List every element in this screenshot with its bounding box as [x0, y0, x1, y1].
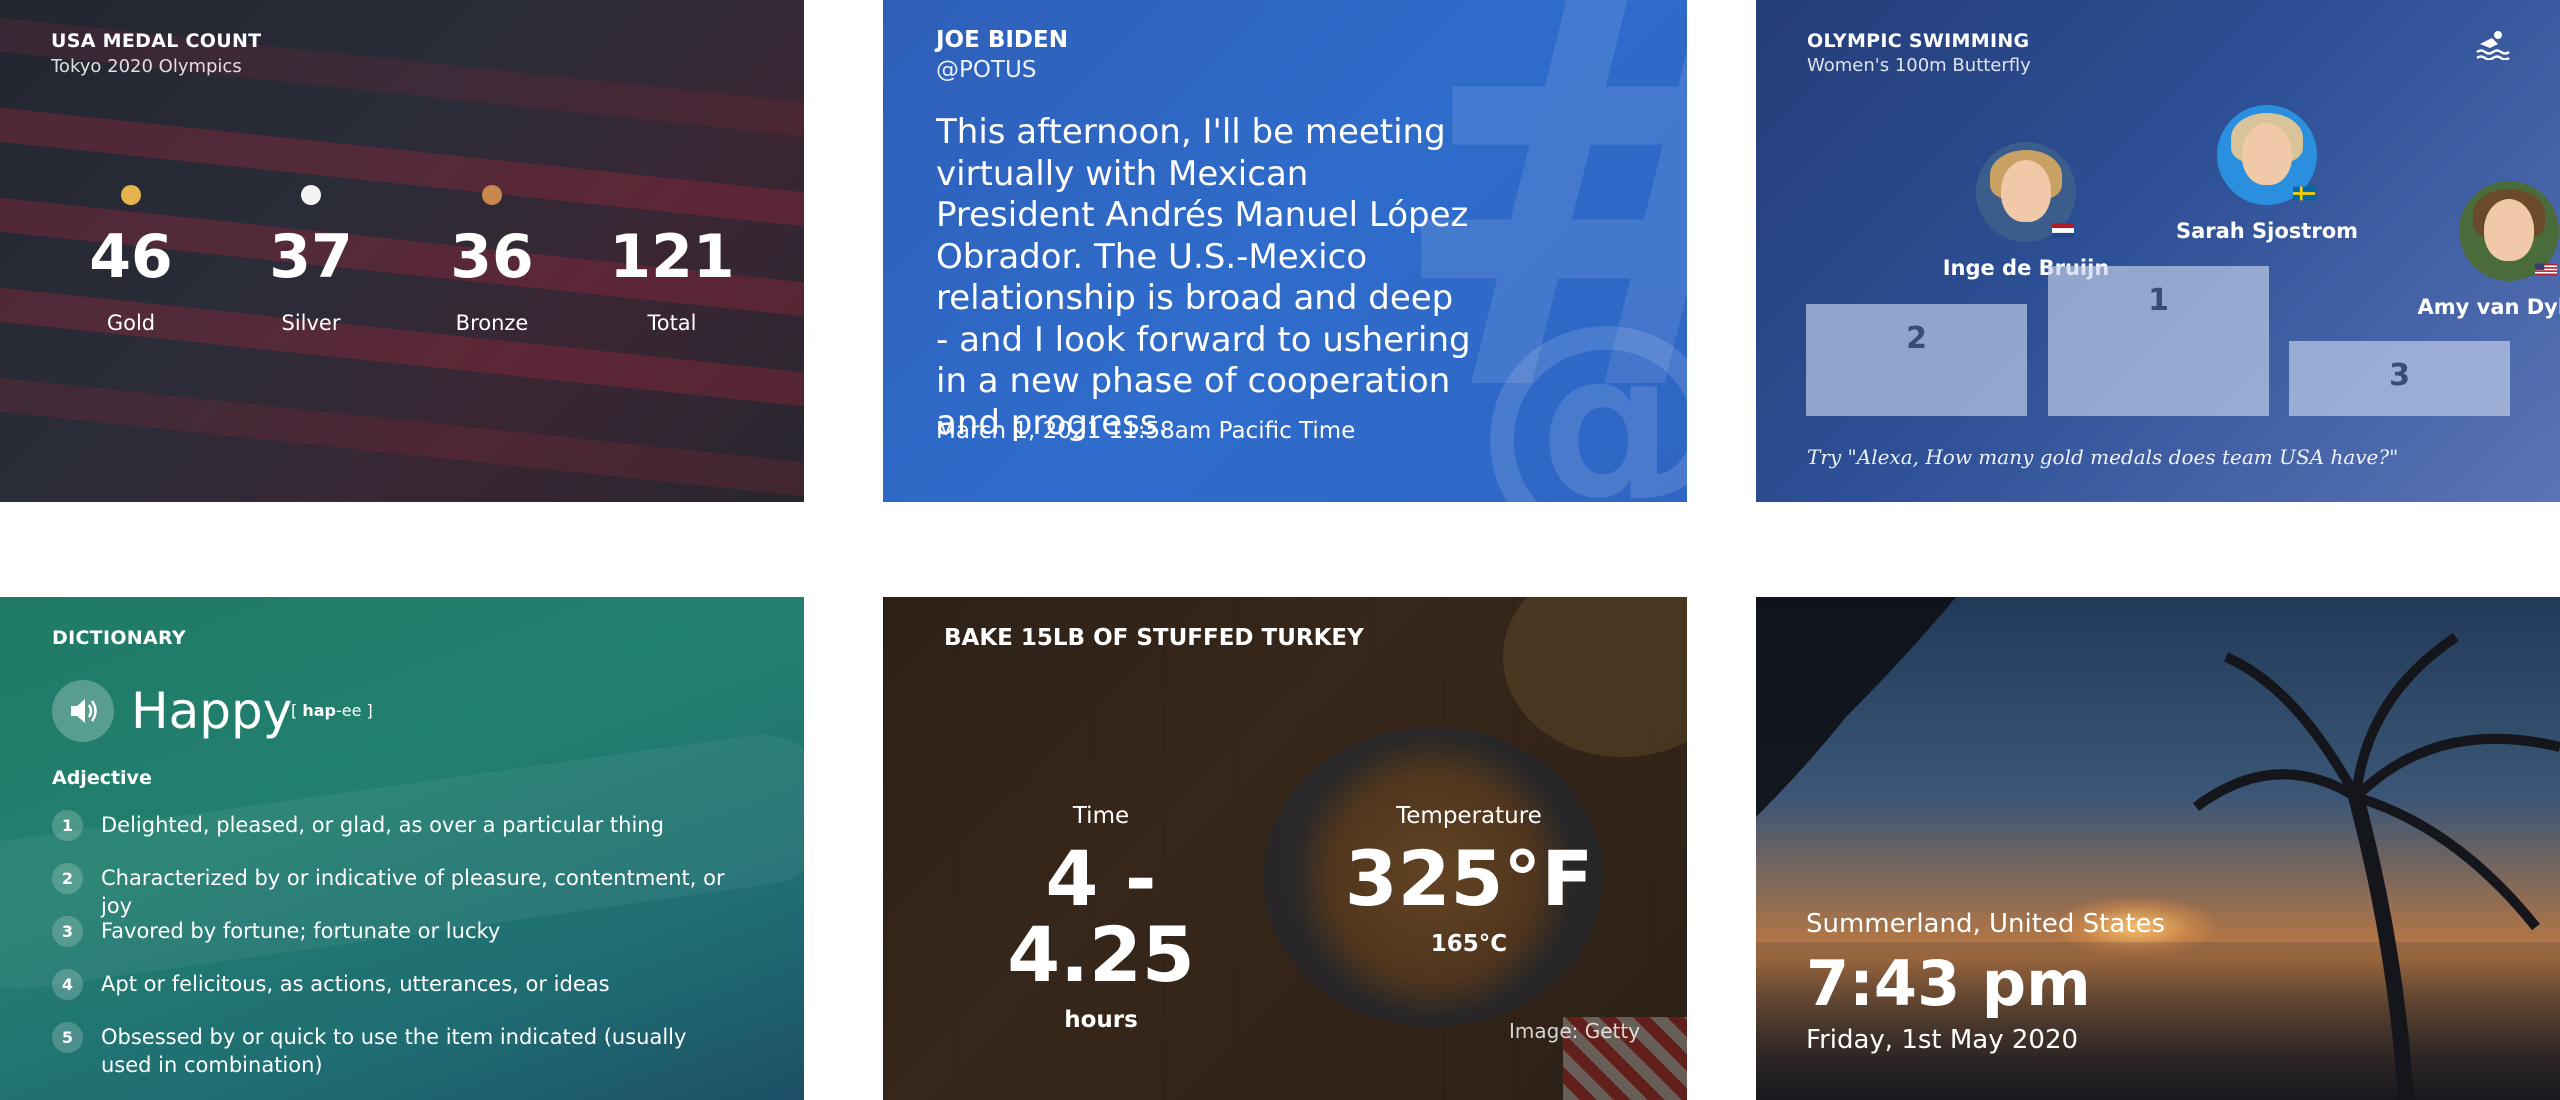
medal-label: Gold — [106, 311, 156, 335]
netherlands-flag-icon — [2052, 223, 2074, 238]
card-kicker: OLYMPIC SWIMMING — [1807, 30, 2030, 52]
dictionary-card[interactable]: DICTIONARY Happy [ hap-ee ] Adjective 1 … — [0, 597, 804, 1100]
cook-time: Time 4 - 4.25 hours — [951, 803, 1251, 1033]
list-item: 3 Favored by fortune; fortunate or lucky — [52, 916, 752, 947]
avatar — [2459, 181, 2559, 281]
part-of-speech: Adjective — [52, 767, 152, 789]
time-label: Time — [1072, 803, 1130, 829]
bronze-medal-icon — [482, 185, 502, 205]
swimmer-second: Inge de Bruijn — [1916, 142, 2136, 280]
flag-stripe — [0, 377, 804, 497]
play-pronunciation-button[interactable] — [52, 680, 114, 742]
medal-value: 37 — [269, 222, 353, 292]
card-subtitle: Tokyo 2020 Olympics — [51, 56, 242, 77]
tweet-handle: @POTUS — [936, 57, 1037, 83]
medal-value: 36 — [450, 222, 534, 292]
dictionary-word: Happy — [131, 682, 293, 740]
clock-time: 7:43 pm — [1806, 947, 2091, 1020]
gold-medal-icon — [121, 185, 141, 205]
swimmer-third: Amy van Dyken — [2399, 181, 2560, 319]
list-item: 2 Characterized by or indicative of plea… — [52, 863, 752, 920]
time-value: 4 - 4.25 — [1007, 834, 1195, 999]
podium-third: 3 — [2289, 341, 2510, 416]
medal-bronze: 36 Bronze — [412, 185, 572, 335]
clock-card[interactable]: Summerland, United States 7:43 pm Friday… — [1756, 597, 2560, 1100]
recipe-card[interactable]: BAKE 15LB OF STUFFED TURKEY Time 4 - 4.2… — [883, 597, 1687, 1100]
card-subtitle: Women's 100m Butterfly — [1807, 55, 2031, 76]
sweden-flag-icon — [2293, 186, 2315, 201]
avatar — [1976, 142, 2076, 242]
image-credit: Image: Getty — [1509, 1019, 1641, 1043]
list-item: 4 Apt or felicitous, as actions, utteran… — [52, 969, 752, 1000]
pronunciation: [ hap-ee ] — [291, 701, 373, 720]
medal-label: Total — [647, 311, 697, 335]
tweet-card[interactable]: # @ JOE BIDEN @POTUS This afternoon, I'l… — [883, 0, 1687, 502]
temperature-celsius: 165°C — [1430, 931, 1508, 957]
cook-temperature: Temperature 325°F 165°C — [1319, 803, 1619, 957]
tweet-text: This afternoon, I'll be meeting virtuall… — [936, 112, 1471, 443]
swimmer-first: Sarah Sjostrom — [2157, 105, 2377, 243]
medal-value: 121 — [609, 222, 735, 292]
temperature-value: 325°F — [1344, 834, 1594, 923]
medal-silver: 37 Silver — [231, 185, 391, 335]
avatar — [2217, 105, 2317, 205]
silver-medal-icon — [301, 185, 321, 205]
clock-location: Summerland, United States — [1806, 909, 2166, 939]
swimmer-name: Amy van Dyken — [2417, 295, 2560, 319]
card-kicker: DICTIONARY — [52, 627, 186, 649]
medal-total: 121 Total — [592, 185, 752, 335]
temperature-label: Temperature — [1396, 803, 1542, 829]
list-item: 1 Delighted, pleased, or glad, as over a… — [52, 810, 752, 841]
usa-flag-icon — [2535, 263, 2557, 276]
medal-label: Bronze — [455, 311, 529, 335]
at-sign-icon: @ — [1473, 290, 1687, 502]
list-item: 5 Obsessed by or quick to use the item i… — [52, 1022, 692, 1079]
clock-date: Friday, 1st May 2020 — [1806, 1025, 2079, 1055]
podium-first: 1 — [2048, 266, 2269, 416]
time-unit: hours — [1064, 1007, 1138, 1033]
medal-gold: 46 Gold — [51, 185, 211, 335]
voice-hint: Try "Alexa, How many gold medals does te… — [1807, 445, 2399, 469]
tweet-author: JOE BIDEN — [936, 27, 1068, 53]
card-kicker: USA MEDAL COUNT — [51, 30, 262, 52]
tweet-date: March 1, 2021 11:58am Pacific Time — [936, 418, 1356, 444]
podium-second: 2 — [1806, 304, 2027, 416]
medal-value: 46 — [89, 222, 173, 292]
speaker-icon — [71, 699, 97, 723]
medal-label: Silver — [281, 311, 341, 335]
swimmer-icon — [2476, 31, 2510, 60]
swimming-results-card[interactable]: OLYMPIC SWIMMING Women's 100m Butterfly … — [1756, 0, 2560, 502]
medal-count-card[interactable]: USA MEDAL COUNT Tokyo 2020 Olympics 46 G… — [0, 0, 804, 502]
swimmer-name: Sarah Sjostrom — [2175, 219, 2359, 243]
recipe-title: BAKE 15LB OF STUFFED TURKEY — [944, 625, 1364, 651]
